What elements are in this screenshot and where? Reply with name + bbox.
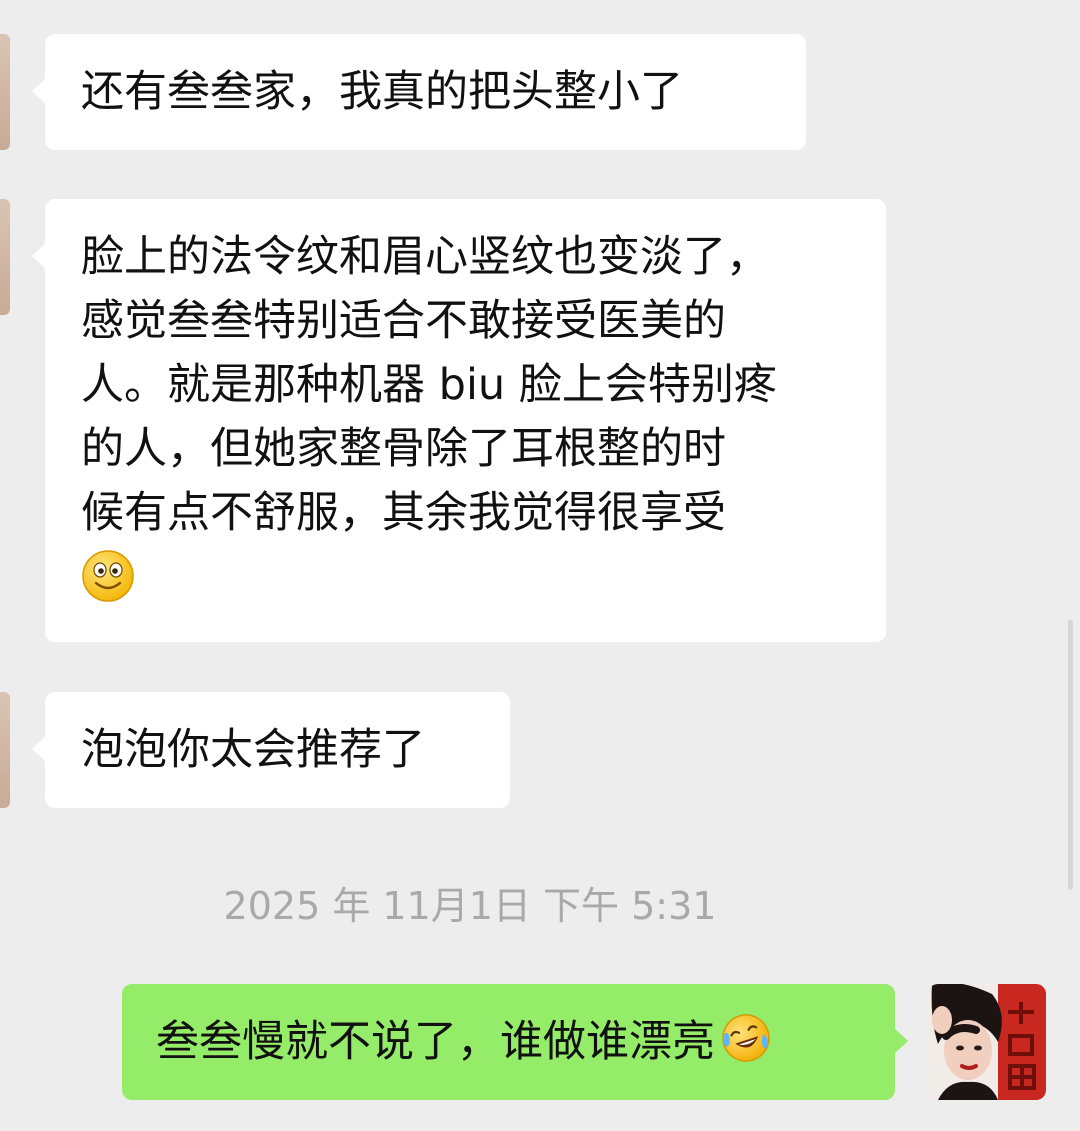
outgoing-message-bubble[interactable]: 叁叁慢就不说了，谁做谁漂亮 <box>122 984 908 1100</box>
contact-avatar[interactable] <box>0 34 10 150</box>
contact-avatar[interactable] <box>0 692 10 808</box>
contact-avatar[interactable] <box>0 199 10 315</box>
message-text-content: 叁叁慢就不说了，谁做谁漂亮 <box>156 1017 715 1067</box>
message-text: 脸上的法令纹和眉心竖纹也变淡了， <box>81 232 769 282</box>
incoming-message-bubble[interactable]: 泡泡你太会推荐了 <box>32 692 510 808</box>
user-avatar[interactable] <box>928 984 1046 1100</box>
message-text: 人。就是那种机器 biu 脸上会特别疼 <box>81 360 777 410</box>
laughing-crying-emoji-icon <box>722 1014 770 1062</box>
smiley-emoji-icon <box>82 550 134 602</box>
message-text: 泡泡你太会推荐了 <box>81 725 425 775</box>
scrollbar[interactable] <box>1068 620 1073 890</box>
message-text: 叁叁慢就不说了，谁做谁漂亮 <box>156 1010 895 1074</box>
incoming-message-bubble[interactable]: 还有叁叁家，我真的把头整小了 <box>32 34 806 150</box>
message-text: 的人，但她家整骨除了耳根整的时 <box>81 424 726 474</box>
message-text: 感觉叁叁特别适合不敢接受医美的 <box>81 296 726 346</box>
user-avatar-photo-icon <box>928 984 1046 1100</box>
incoming-message-bubble[interactable]: 脸上的法令纹和眉心竖纹也变淡了， 感觉叁叁特别适合不敢接受医美的 人。就是那种机… <box>32 199 886 642</box>
message-text: 还有叁叁家，我真的把头整小了 <box>81 67 683 117</box>
message-text: 候有点不舒服，其余我觉得很享受 <box>81 488 726 538</box>
message-timestamp: 2025 年 11月1日 下午 5:31 <box>223 884 717 928</box>
